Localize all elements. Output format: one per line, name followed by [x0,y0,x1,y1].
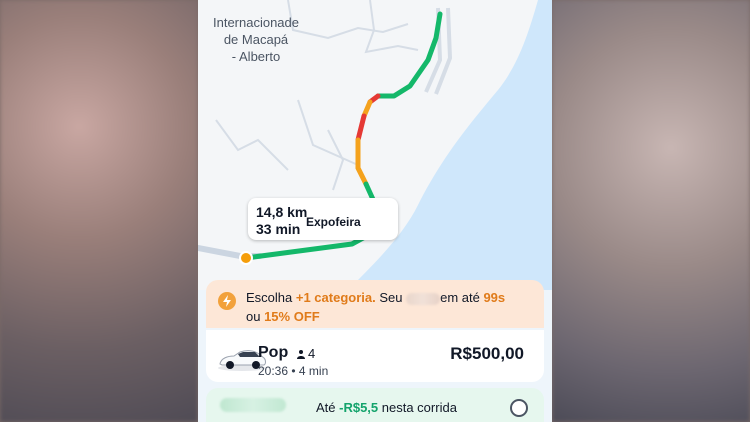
phone-screen: Internacionade de Macapá - Alberto 14,8 … [198,0,552,422]
discount-option[interactable]: Até -R$5,5 nesta corrida [206,388,544,422]
route-duration: 33 min [256,221,301,237]
promo-text-line2: ou 15% OFF [246,309,320,324]
discount-redacted [220,398,286,412]
seat-count: 4 [296,346,315,361]
origin-marker [239,251,253,265]
route-distance: 14,8 km [256,204,308,220]
ride-price: R$500,00 [450,344,524,363]
ride-option-pop[interactable]: Pop 4 20:36 • 4 min R$500,00 [206,330,544,382]
background-right [552,0,750,422]
map-view[interactable]: Internacionade de Macapá - Alberto 14,8 … [198,0,552,290]
lightning-icon [218,292,236,310]
promo-banner[interactable]: Escolha +1 categoria. Seu em até 99s ou … [206,280,544,328]
route-destination: Expofeira [306,215,361,229]
radio-button-icon[interactable] [510,399,528,417]
ride-eta: 20:36 • 4 min [258,364,329,378]
place-label: Internacionade de Macapá - Alberto [212,15,299,64]
promo-text: Escolha +1 categoria. Seu em até 99s [246,290,506,305]
person-icon [297,349,305,359]
ride-name: Pop [258,344,289,361]
route-info-tooltip: 14,8 km 33 min Expofeira [248,198,398,240]
background-left [0,0,198,422]
promo-redacted [406,292,441,305]
discount-text: Até -R$5,5 nesta corrida [316,400,457,415]
